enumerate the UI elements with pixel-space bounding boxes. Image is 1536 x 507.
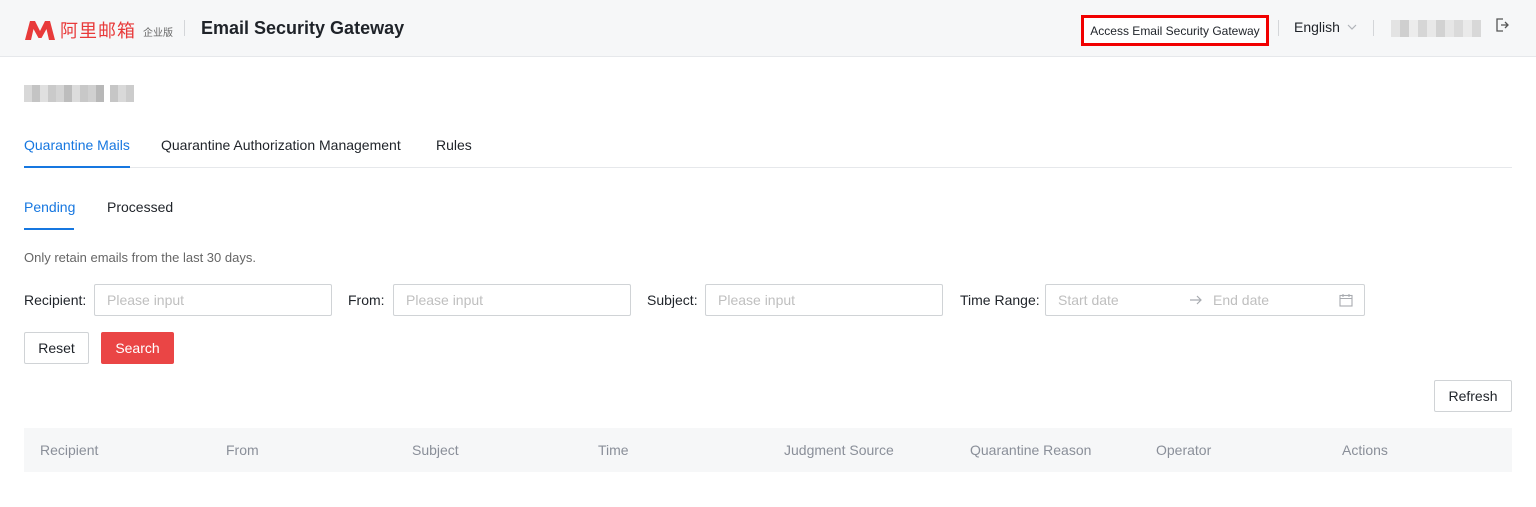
language-selector[interactable]: English xyxy=(1294,19,1358,35)
start-date-input[interactable] xyxy=(1058,291,1178,309)
refresh-button[interactable]: Refresh xyxy=(1434,380,1512,412)
column-operator: Operator xyxy=(1156,442,1212,458)
column-subject: Subject xyxy=(412,442,459,458)
column-actions: Actions xyxy=(1342,442,1388,458)
language-label: English xyxy=(1294,19,1340,35)
table-header: Recipient From Subject Time Judgment Sou… xyxy=(24,428,1512,472)
column-from: From xyxy=(226,442,259,458)
retention-note: Only retain emails from the last 30 days… xyxy=(24,250,256,265)
time-range-label: Time Range: xyxy=(960,292,1040,308)
brand-edition: 企业版 xyxy=(143,27,173,39)
mail-logo-icon xyxy=(25,21,55,40)
tab-quarantine-mails[interactable]: Quarantine Mails xyxy=(24,137,130,153)
brand-name: 阿里邮箱 xyxy=(60,21,136,42)
header-divider xyxy=(184,20,185,36)
app-title: Email Security Gateway xyxy=(201,18,405,38)
column-judgment-source: Judgment Source xyxy=(784,442,894,458)
subject-label: Subject: xyxy=(647,292,698,308)
chevron-down-icon xyxy=(1347,24,1357,30)
reset-button[interactable]: Reset xyxy=(24,332,89,364)
recipient-input[interactable] xyxy=(94,284,332,316)
active-subtab-indicator xyxy=(24,228,74,230)
date-range-picker[interactable] xyxy=(1045,284,1365,316)
user-account-blurred[interactable] xyxy=(1391,20,1481,37)
access-gateway-button[interactable]: Access Email Security Gateway xyxy=(1081,15,1269,46)
calendar-icon[interactable] xyxy=(1339,293,1353,307)
recipient-label: Recipient: xyxy=(24,292,87,308)
organization-name-blurred xyxy=(24,85,134,102)
tab-rules[interactable]: Rules xyxy=(436,137,472,153)
subject-input[interactable] xyxy=(705,284,943,316)
logout-icon[interactable] xyxy=(1494,17,1510,33)
column-time: Time xyxy=(598,442,629,458)
end-date-input[interactable] xyxy=(1213,291,1333,309)
arrow-right-icon xyxy=(1190,295,1202,305)
main-tabs: Quarantine Mails Quarantine Authorizatio… xyxy=(24,137,1512,168)
header-divider xyxy=(1373,20,1374,36)
tab-pending[interactable]: Pending xyxy=(24,199,75,215)
from-label: From: xyxy=(348,292,385,308)
column-quarantine-reason: Quarantine Reason xyxy=(970,442,1092,458)
brand-logo[interactable]: 阿里邮箱 企业版 xyxy=(23,17,173,43)
tab-quarantine-authorization[interactable]: Quarantine Authorization Management xyxy=(161,137,401,153)
tab-processed[interactable]: Processed xyxy=(107,199,173,215)
active-tab-indicator xyxy=(24,166,130,168)
search-button[interactable]: Search xyxy=(101,332,174,364)
top-header: 阿里邮箱 企业版 Email Security Gateway Access E… xyxy=(0,0,1536,57)
header-divider xyxy=(1278,20,1279,36)
column-recipient: Recipient xyxy=(40,442,99,458)
from-input[interactable] xyxy=(393,284,631,316)
